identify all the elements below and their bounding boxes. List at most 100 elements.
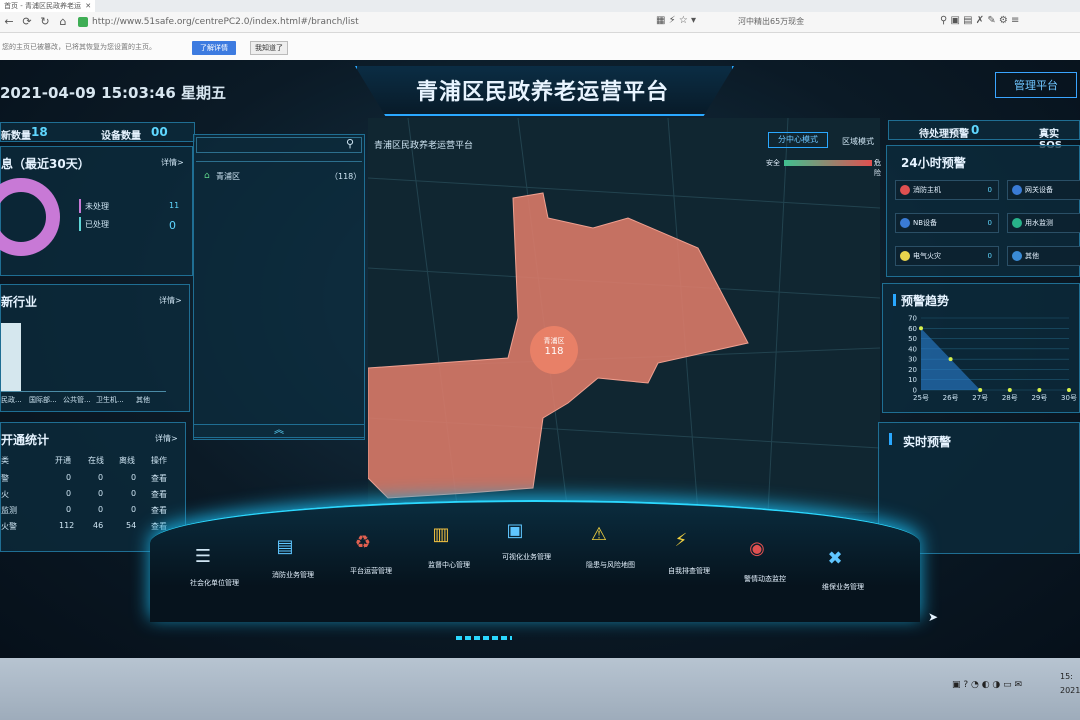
y-tick-label: 40 [908, 345, 917, 353]
search-icon[interactable]: ⚲ [346, 137, 354, 150]
nav-item-platform-ops[interactable]: ♻ 平台运营管理 [350, 530, 392, 576]
map-svg [367, 117, 881, 514]
warning-icon: ⚠ [590, 524, 608, 545]
management-platform-button[interactable]: 管理平台 [995, 72, 1077, 98]
alert-item-other[interactable]: 其他 [1007, 246, 1080, 266]
y-tick-label: 70 [908, 315, 917, 323]
alarm-more-link[interactable]: 详情> [161, 157, 184, 168]
region-panel: ⚲ ⌂ 青浦区 （118） [193, 134, 365, 440]
stats-bar: 新数量 18 设备数量 00 [0, 122, 195, 142]
trend-title: 预警趋势 [901, 294, 950, 308]
district-marker[interactable]: 青浦区 118 [530, 326, 578, 374]
alert-label-6: 其他 [1025, 252, 1039, 260]
tab-title: 首页 - 青浦区民政养老运 [4, 2, 81, 10]
industry-more-link[interactable]: 详情> [159, 295, 182, 306]
toolbar-icons[interactable]: ▦ ⚡ ☆ ▾ [656, 15, 696, 26]
region-item-label[interactable]: 青浦区 [216, 171, 240, 182]
tray-icons[interactable]: ▣ ? ◔ ◐ ◑ ▭ ✉ [952, 680, 1022, 690]
books-icon: ▥ [432, 524, 450, 545]
alert-value-1: 0 [987, 186, 992, 194]
monitor-icon: ▣ [506, 520, 524, 541]
alarm-panel: 息（最近30天） 详情> 未处理 11 已处理 0 [0, 146, 193, 276]
page-title: 青浦区民政养老运营平台 [415, 80, 669, 105]
got-it-button[interactable]: 我知道了 [250, 41, 288, 55]
know-more-button[interactable]: 了解详情 [192, 41, 236, 55]
notification-text: 您的主页已被篡改，已将其恢复为您设置的主页。 [2, 43, 156, 51]
open-more-link[interactable]: 详情> [155, 433, 178, 444]
map-area[interactable]: 青浦区民政养老运营平台 分中心模式 区域模式 安全 危险 [367, 117, 881, 514]
reload-icon[interactable]: ⟳ [20, 15, 34, 29]
alert-item-fire-host[interactable]: 消防主机 0 [895, 180, 999, 200]
alert24-panel: 24小时预警 消防主机 0 网关设备 NB设备 0 用水监测 电气火灾 0 其他 [886, 145, 1080, 277]
legend-value-1: 11 [169, 201, 180, 210]
realtime-marker [889, 433, 892, 445]
alert-item-gateway[interactable]: 网关设备 [1007, 180, 1080, 200]
address-bar[interactable]: http://www.51safe.org/centrePC2.0/index.… [92, 15, 652, 29]
legend-label-2: 已处理 [85, 220, 109, 229]
nav-item-alarm-monitor[interactable]: ◉ 警情动态监控 [744, 536, 786, 584]
alert-item-electric-fire[interactable]: 电气火灾 0 [895, 246, 999, 266]
table-row-4-offline: 54 [126, 521, 137, 530]
nav-item-fire-business[interactable]: ▤ 消防业务管理 [272, 534, 314, 580]
alert-value-5: 0 [987, 252, 992, 260]
table-row-1-online: 0 [98, 473, 104, 482]
nav-item-self-check[interactable]: ⚡ 自我排查管理 [668, 528, 710, 576]
industry-bar [1, 323, 21, 391]
refresh-icon[interactable]: ↻ [38, 15, 52, 29]
table-row-1-name: 警 [1, 474, 9, 483]
nav-item-visual-business[interactable]: ▣ 可视化业务管理 [502, 518, 551, 562]
page-indicator [456, 636, 512, 640]
legend-value-2: 0 [169, 219, 176, 232]
trend-point [948, 357, 953, 362]
tab-close-icon[interactable]: ✕ [85, 2, 91, 10]
region-search-input[interactable] [196, 137, 362, 153]
alert-item-water[interactable]: 用水监测 [1007, 213, 1080, 233]
danger-label: 危险 [874, 159, 881, 177]
alarm-donut [0, 178, 60, 256]
y-tick-label: 20 [908, 366, 917, 374]
alarm-panel-title: 息（最近30天） [1, 157, 90, 171]
nav-label-5: 可视化业务管理 [502, 553, 551, 561]
extension-icons[interactable]: ⚲ ▣ ▤ ✗ ✎ ⚙ ≡ [940, 15, 1019, 26]
collapse-up-icon[interactable]: ︽ [193, 424, 365, 438]
nav-item-supervision[interactable]: ▥ 监督中心管理 [428, 522, 470, 570]
nav-label-4: 监督中心管理 [428, 561, 470, 569]
nav-label-8: 警情动态监控 [744, 575, 786, 583]
side-search[interactable]: 河中精出65万现金 [738, 15, 928, 29]
nav-label-1: 社会化单位管理 [190, 579, 239, 587]
home-icon[interactable]: ⌂ [56, 15, 70, 29]
table-row-3-view[interactable]: 查看 [151, 505, 167, 516]
pending-bar: 待处理预警 0 真实SOS [888, 120, 1080, 151]
nav-item-maintenance[interactable]: ✖ 维保业务管理 [822, 546, 864, 592]
nav-item-social-unit[interactable]: ☰ 社会化单位管理 [190, 544, 239, 588]
industry-cat-1: 民政... [1, 396, 22, 404]
back-icon[interactable]: ← [2, 15, 16, 29]
divider [196, 161, 362, 162]
x-tick-label: 29号 [1031, 394, 1047, 402]
open-header-online: 在线 [88, 456, 104, 465]
alert-label-2: 网关设备 [1025, 186, 1053, 194]
legend-label-1: 未处理 [85, 202, 109, 211]
table-row-2-name: 火 [1, 490, 9, 499]
region-mode-button[interactable]: 区域模式 [842, 136, 874, 147]
table-row-4-online: 46 [93, 521, 104, 530]
table-row-3-offline: 0 [131, 505, 137, 514]
pending-value: 0 [971, 123, 980, 137]
nav-label-2: 消防业务管理 [272, 571, 314, 579]
alert24-title: 24小时预警 [901, 156, 966, 170]
nav-item-risk-map[interactable]: ⚠ 隐患与风险地图 [586, 522, 635, 570]
table-row-2-view[interactable]: 查看 [151, 489, 167, 500]
alert-item-nb[interactable]: NB设备 0 [895, 213, 999, 233]
stack-icon: ☰ [194, 546, 212, 567]
table-row-1-view[interactable]: 查看 [151, 473, 167, 484]
notification-bar [0, 33, 1080, 60]
mouse-cursor: ➤ [928, 610, 939, 624]
browser-tab[interactable]: 首页 - 青浦区民政养老运 ✕ [0, 0, 95, 12]
district-marker-label: 青浦区 [543, 337, 565, 345]
nav-label-7: 自我排查管理 [668, 567, 710, 575]
center-mode-button[interactable]: 分中心模式 [768, 132, 828, 148]
bolt-icon: ⚡ [674, 530, 688, 551]
industry-panel: 新行业 详情> 民政... 国际部... 公共管... 卫生机... 其他 [0, 284, 190, 412]
open-header-open: 开通 [55, 456, 71, 465]
y-tick-label: 10 [908, 376, 917, 384]
